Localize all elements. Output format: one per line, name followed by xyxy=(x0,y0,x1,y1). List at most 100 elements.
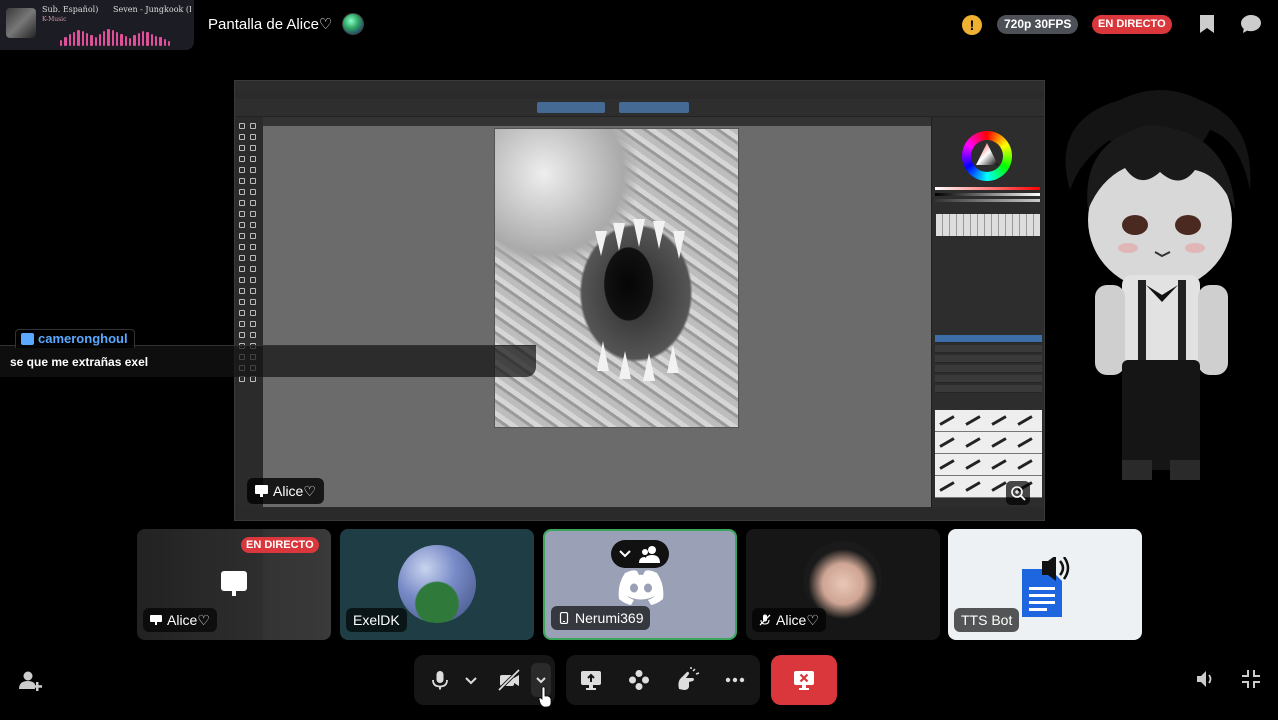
tool-icon xyxy=(250,310,256,316)
chevron-down-icon[interactable] xyxy=(619,549,631,559)
participant-tile-speaking[interactable]: Nerumi369 xyxy=(543,529,737,640)
more-icon[interactable] xyxy=(722,667,748,693)
tool-icon xyxy=(250,299,256,305)
visualizer-bar xyxy=(103,31,106,46)
visualizer-bar xyxy=(133,35,136,46)
exit-fullscreen-icon[interactable] xyxy=(1240,668,1262,690)
tool-icon xyxy=(239,167,245,173)
tool-icon xyxy=(250,200,256,206)
tool-icon xyxy=(250,255,256,261)
volume-icon[interactable] xyxy=(1194,668,1216,690)
participant-options-pill[interactable] xyxy=(611,540,669,568)
chevron-down-icon[interactable] xyxy=(535,674,547,686)
stream-title: Pantalla de Alice♡ xyxy=(208,16,333,33)
participant-name: Alice♡ xyxy=(752,608,826,632)
phone-icon xyxy=(559,612,569,624)
warning-icon[interactable]: ! xyxy=(962,15,982,35)
users-icon[interactable] xyxy=(639,545,661,563)
tool-icon xyxy=(239,266,245,272)
brush-preset xyxy=(1017,459,1033,470)
participant-name: Nerumi369 xyxy=(551,606,651,630)
audio-video-controls xyxy=(414,655,555,705)
tool-icon xyxy=(239,123,245,129)
brush-preset xyxy=(991,437,1007,448)
visualizer-bar xyxy=(146,32,149,46)
tool-icon xyxy=(250,266,256,272)
tool-icon xyxy=(239,310,245,316)
stream-viewer: Sub. Español) Seven - Jungkook (F K-Musi… xyxy=(0,0,1278,720)
camera-off-icon[interactable] xyxy=(496,667,522,693)
tool-icon xyxy=(250,288,256,294)
visualizer-bar xyxy=(163,39,166,46)
visualizer-bar xyxy=(81,31,84,46)
shared-screen[interactable]: Alice♡ xyxy=(234,80,1045,521)
server-avatar xyxy=(342,13,364,35)
leave-call-button[interactable] xyxy=(771,655,837,705)
tool-icon xyxy=(250,145,256,151)
visualizer-bar xyxy=(94,37,97,46)
audio-visualizer xyxy=(60,26,171,46)
visualizer-bar xyxy=(137,33,140,46)
share-screen-icon[interactable] xyxy=(578,667,604,693)
visualizer-bar xyxy=(72,32,76,46)
visualizer-bar xyxy=(167,41,171,46)
tool-icon xyxy=(239,255,245,261)
monitor-icon xyxy=(150,615,162,625)
visualizer-bar xyxy=(107,29,110,46)
brush-preset xyxy=(1017,437,1033,448)
tool-icon xyxy=(250,134,256,140)
brush-preset xyxy=(991,459,1007,470)
tool-icon xyxy=(250,123,256,129)
now-playing-text-left: Sub. Español) xyxy=(42,5,99,14)
stream-quality-badge: 720p 30FPS xyxy=(997,15,1079,34)
participant-name: ExelDK xyxy=(346,608,407,632)
invite-user-icon[interactable] xyxy=(18,668,42,692)
live-badge: EN DIRECTO xyxy=(1092,15,1172,34)
participant-tile[interactable]: EN DIRECTO Alice♡ xyxy=(137,529,331,640)
tool-icon xyxy=(239,277,245,283)
chat-message: se que me extrañas exel xyxy=(0,345,536,377)
chat-username: cameronghoul xyxy=(15,329,135,348)
chevron-down-icon[interactable] xyxy=(458,667,484,693)
tool-icon xyxy=(250,222,256,228)
chat-bubble-icon[interactable] xyxy=(1240,14,1262,34)
tool-icon xyxy=(250,189,256,195)
tool-icon xyxy=(250,277,256,283)
visualizer-bar xyxy=(60,40,63,46)
participant-tile[interactable]: ExelDK xyxy=(340,529,534,640)
avatar xyxy=(398,545,476,623)
visualizer-bar xyxy=(77,30,80,46)
artwork-teeth xyxy=(595,219,685,381)
participant-tile[interactable]: Alice♡ xyxy=(746,529,940,640)
brush-preset xyxy=(939,459,955,470)
tool-icon xyxy=(250,233,256,239)
soundboard-icon[interactable] xyxy=(674,667,700,693)
tool-icon xyxy=(239,189,245,195)
tool-icon xyxy=(250,244,256,250)
tool-icon xyxy=(239,211,245,217)
visualizer-bar xyxy=(129,38,132,46)
presenter-name: Alice♡ xyxy=(273,483,316,499)
tool-icon xyxy=(239,299,245,305)
tool-icon xyxy=(250,332,256,338)
brush-preset xyxy=(965,437,981,448)
zoom-icon[interactable] xyxy=(1006,481,1030,505)
tool-icon xyxy=(250,167,256,173)
visualizer-bar xyxy=(116,32,119,46)
brush-preset xyxy=(991,481,1007,492)
tool-icon xyxy=(250,156,256,162)
tool-icon xyxy=(239,244,245,250)
now-playing-subtext: K-Music xyxy=(42,16,67,23)
app-statusbar xyxy=(235,507,1044,520)
bookmark-icon[interactable] xyxy=(1200,15,1214,33)
participant-tile[interactable]: TTS Bot xyxy=(948,529,1142,640)
visualizer-bar xyxy=(68,34,71,46)
discord-logo-icon xyxy=(618,570,664,605)
drawing-tools-panel xyxy=(235,117,263,507)
tool-icon xyxy=(250,211,256,217)
activities-icon[interactable] xyxy=(626,667,652,693)
visualizer-bar xyxy=(150,34,153,46)
brush-preset xyxy=(965,459,981,470)
microphone-icon[interactable] xyxy=(427,667,453,693)
brush-preset xyxy=(991,415,1007,426)
